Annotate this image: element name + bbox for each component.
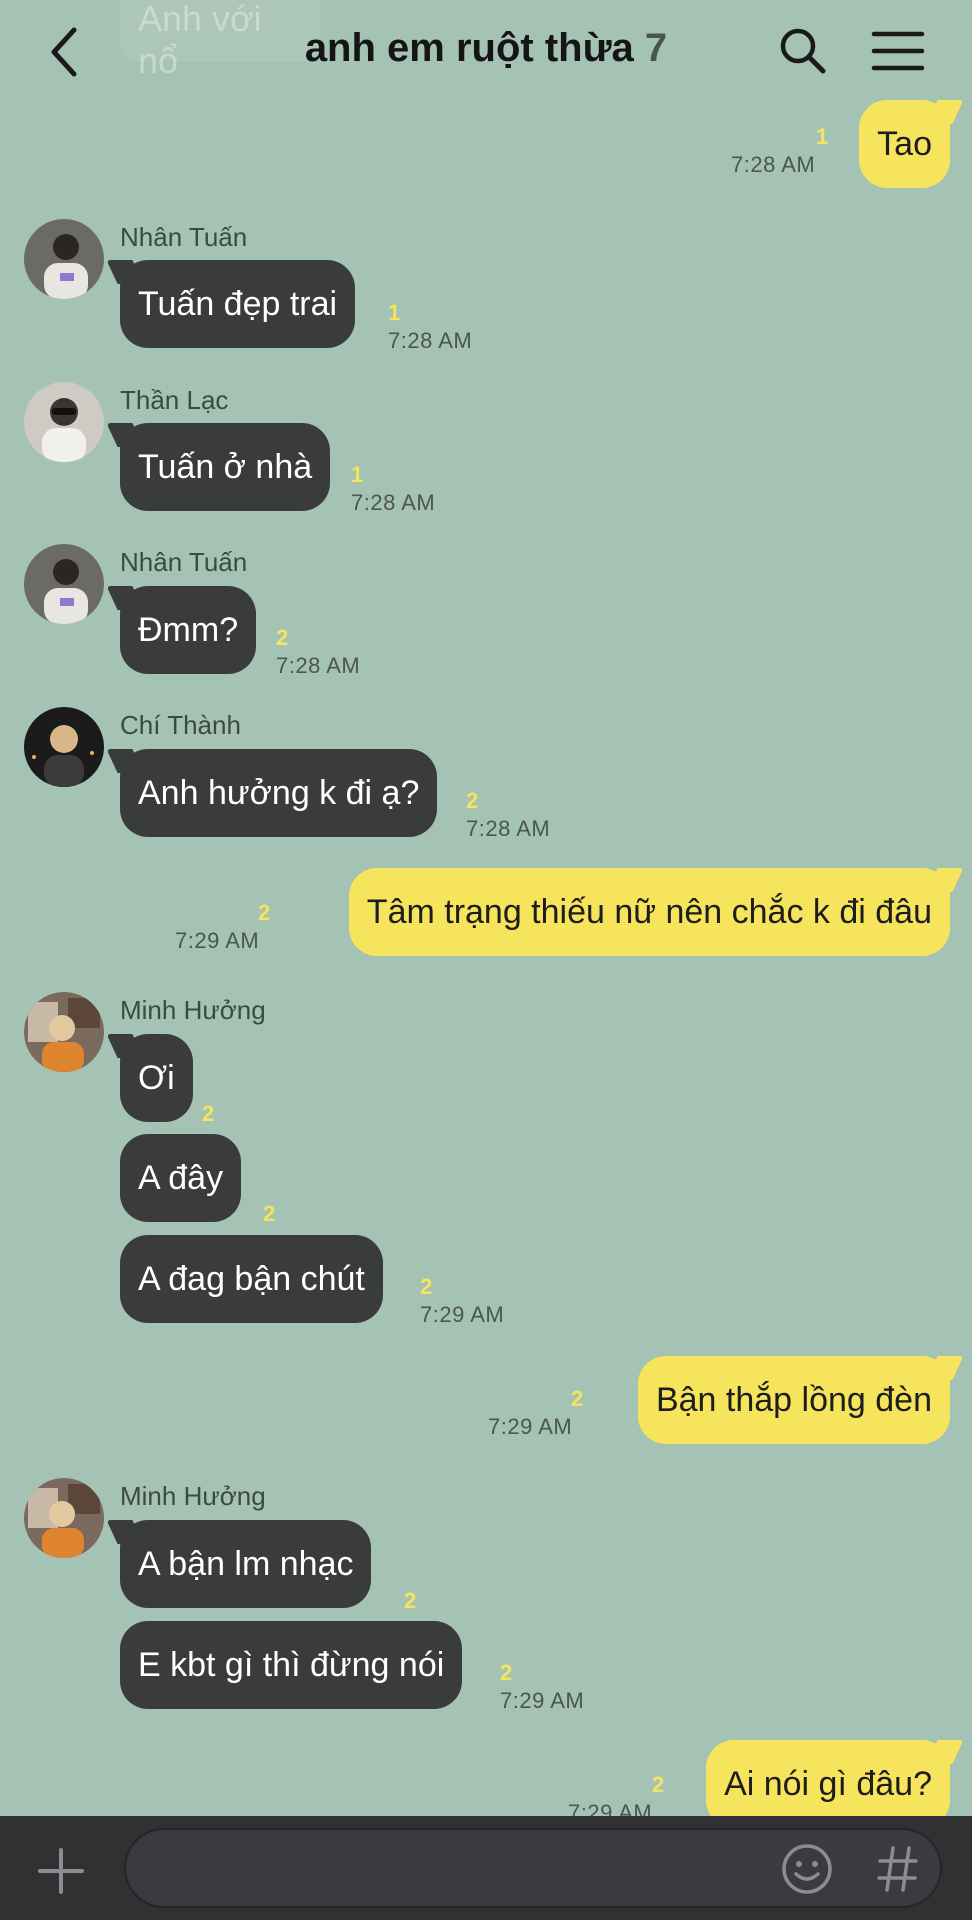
message-time: 7:28 AM	[731, 152, 816, 177]
unread-count: 2	[466, 788, 479, 813]
avatar[interactable]	[24, 219, 104, 299]
unread-count: 2	[202, 1101, 215, 1126]
message-time: 7:28 AM	[466, 816, 551, 841]
message-bubble-incoming[interactable]: Đmm?	[120, 586, 257, 674]
hashtag-icon[interactable]	[876, 1842, 920, 1896]
unread-count: 1	[351, 462, 364, 487]
menu-icon[interactable]	[870, 26, 926, 76]
message-bubble-outgoing[interactable]: Tâm trạng thiếu nữ nên chắc k đi đâu	[348, 868, 950, 956]
unread-count: 2	[263, 1201, 276, 1226]
plus-icon[interactable]	[36, 1846, 86, 1896]
sender-name: Minh Hưởng	[120, 1481, 266, 1511]
search-icon[interactable]	[778, 26, 828, 76]
emoji-icon[interactable]	[780, 1842, 834, 1896]
unread-count: 2	[404, 1588, 417, 1613]
unread-count: 2	[571, 1386, 584, 1411]
message-time: 7:28 AM	[388, 328, 473, 353]
sender-name: Nhân Tuấn	[120, 222, 248, 252]
chat-header: Anh với nổ anh em ruột thừa 7	[0, 0, 972, 100]
message-time: 7:29 AM	[500, 1688, 585, 1713]
avatar[interactable]	[24, 992, 104, 1072]
message-bubble-incoming[interactable]: A đây	[120, 1134, 242, 1222]
avatar[interactable]	[24, 544, 104, 624]
unread-count: 2	[500, 1660, 513, 1685]
avatar[interactable]	[24, 382, 104, 462]
message-time: 7:29 AM	[488, 1414, 573, 1439]
room-name: anh em ruột thừa	[304, 26, 634, 70]
member-count: 7	[644, 26, 668, 70]
message-time: 7:29 AM	[420, 1302, 505, 1327]
message-bubble-incoming[interactable]: Anh hưởng k đi ạ?	[120, 749, 438, 837]
unread-count: 1	[816, 124, 829, 149]
sender-name: Thần Lạc	[120, 385, 229, 415]
unread-count: 2	[276, 625, 289, 650]
unread-count: 1	[388, 300, 401, 325]
message-time: 7:28 AM	[351, 490, 436, 515]
message-bubble-incoming[interactable]: Tuấn ở nhà	[120, 423, 331, 511]
message-bubble-incoming[interactable]: A bận lm nhạc	[120, 1520, 372, 1608]
unread-count: 2	[258, 900, 271, 925]
unread-count: 2	[420, 1274, 433, 1299]
message-bubble-outgoing[interactable]: Tao	[859, 100, 950, 188]
sender-name: Minh Hưởng	[120, 995, 266, 1025]
message-bubble-outgoing[interactable]: Bận thắp lồng đèn	[637, 1356, 950, 1444]
unread-count: 2	[652, 1772, 665, 1797]
avatar[interactable]	[24, 1478, 104, 1558]
message-bubble-incoming[interactable]: E kbt gì thì đừng nói	[120, 1621, 463, 1709]
input-bar	[0, 1816, 972, 1920]
message-bubble-incoming[interactable]: Ơi	[120, 1034, 193, 1122]
message-bubble-incoming[interactable]: Tuấn đẹp trai	[120, 260, 356, 348]
message-bubble-outgoing[interactable]: Ai nói gì đâu?	[706, 1740, 950, 1828]
message-time: 7:28 AM	[276, 653, 361, 678]
sender-name: Nhân Tuấn	[120, 547, 248, 577]
sender-name: Chí Thành	[120, 710, 241, 740]
avatar[interactable]	[24, 707, 104, 787]
message-bubble-incoming[interactable]: A đag bận chút	[120, 1235, 383, 1323]
message-time: 7:29 AM	[175, 928, 260, 953]
